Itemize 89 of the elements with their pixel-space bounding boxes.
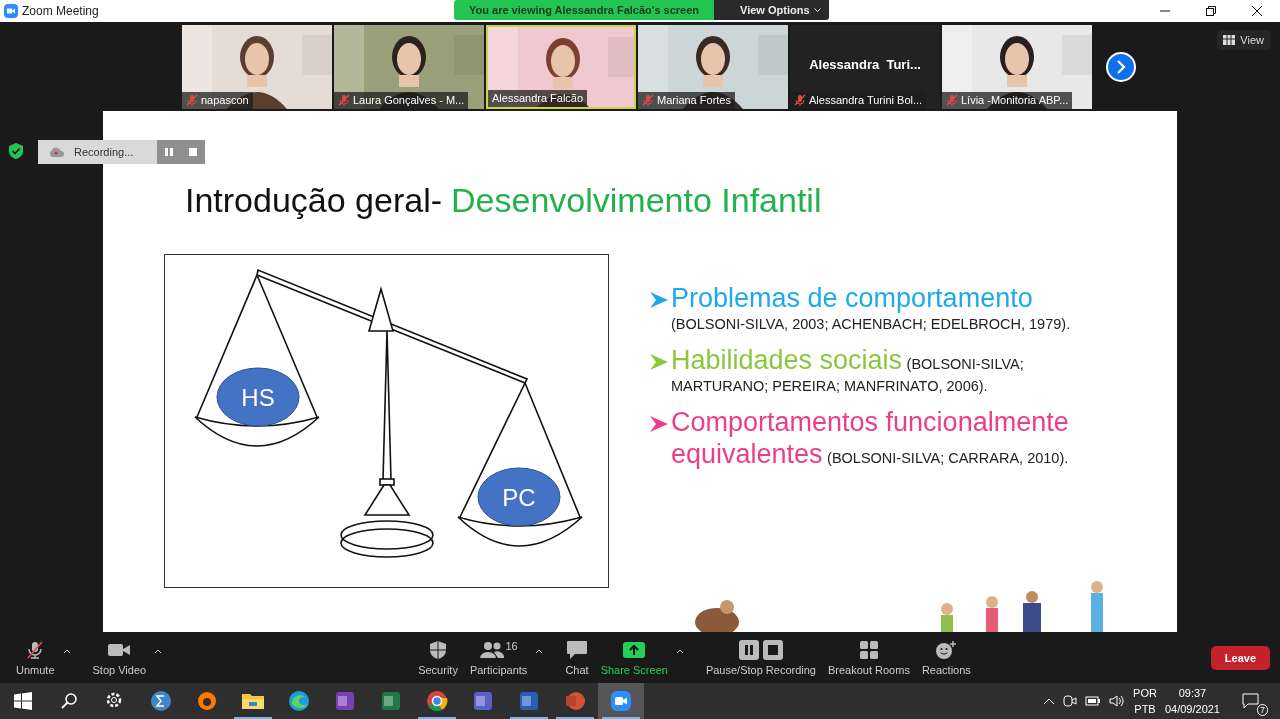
cloud-icon xyxy=(48,146,64,157)
participant-name: Lívia -Monitoria ABP... xyxy=(961,94,1069,106)
speaker-icon[interactable] xyxy=(1109,694,1126,708)
caret-icon xyxy=(62,648,71,654)
leave-button[interactable]: Leave xyxy=(1210,645,1270,670)
muted-mic-icon xyxy=(794,94,806,106)
video-tile[interactable]: Alessandra Falcão xyxy=(486,24,636,109)
chat-bubble-icon xyxy=(566,639,588,660)
taskbar-button[interactable] xyxy=(598,683,644,719)
participant-count: 16 xyxy=(505,639,518,652)
muted-mic-icon xyxy=(186,94,198,106)
participant-name: Laura Gonçalves - M... xyxy=(353,94,465,106)
team-chat-icon xyxy=(472,690,494,712)
pause-icon xyxy=(165,148,174,156)
grid-icon xyxy=(858,639,879,660)
toolbar-button[interactable]: Unmute xyxy=(10,635,61,680)
pause-stop-icon xyxy=(738,639,783,660)
grid-icon xyxy=(1223,35,1236,45)
toolbar-button[interactable]: 16 Participants xyxy=(463,635,534,680)
bullet-text: Comportamentos funcionalmente equivalentes (BOLSONI-SILVA; CARRARA, 2010). xyxy=(671,405,1070,471)
participant-name: Alessandra Falcão xyxy=(492,92,584,104)
browser-swirl-icon xyxy=(288,690,310,712)
pan-label: PC xyxy=(477,467,561,527)
close-icon xyxy=(1252,6,1262,16)
spreadsheet-icon xyxy=(380,690,402,712)
slide-title: Introdução geral- xyxy=(185,181,443,220)
people-icon xyxy=(479,640,504,659)
participant-name: Mariana Fortes xyxy=(657,94,731,106)
bullet-text: Problemas de comportamento (BOLSONI-SILVA, 2003; ACHENBACH; EDELBROCH, 1979). xyxy=(671,282,1072,334)
caret-icon xyxy=(154,648,163,654)
shield-icon xyxy=(429,639,447,660)
view-options-button[interactable]: View Options xyxy=(714,0,829,20)
video-tile[interactable]: Alessandra Turi... Alessandra Turini Bol... xyxy=(790,24,940,109)
battery-icon[interactable] xyxy=(1085,696,1102,706)
video-tile[interactable]: Laura Gonçalves - M... xyxy=(334,24,484,109)
browser-ring-icon xyxy=(426,690,448,712)
document-icon xyxy=(518,690,540,712)
toolbar-button[interactable]: Stop Video xyxy=(86,635,153,680)
toolbar-button[interactable]: Pause/Stop Recording xyxy=(699,635,822,680)
pan-label: HS xyxy=(216,367,300,427)
clock-time[interactable]: 09:37 xyxy=(1178,685,1207,701)
toolbar-button[interactable]: Breakout Rooms xyxy=(821,635,916,680)
viewing-banner: You are viewing Alessandra Falcão's screen xyxy=(454,0,715,20)
folder-icon xyxy=(241,691,265,711)
search-icon xyxy=(60,692,78,710)
video-tile[interactable]: Mariana Fortes xyxy=(638,24,788,109)
chevron-up-icon[interactable] xyxy=(1043,697,1056,705)
language-indicator[interactable]: PTB xyxy=(1134,701,1156,717)
muted-mic-icon xyxy=(946,94,958,106)
language-indicator[interactable]: POR xyxy=(1133,685,1157,701)
camera-icon[interactable] xyxy=(1063,694,1078,708)
muted-mic-icon xyxy=(642,94,654,106)
windows-start-icon xyxy=(14,692,32,710)
shield-check-icon xyxy=(8,142,24,160)
caret-icon xyxy=(535,648,544,654)
toolbar-button[interactable]: Reactions xyxy=(915,635,977,680)
video-camera-icon xyxy=(107,641,132,658)
share-screen-icon xyxy=(622,640,647,659)
recording-status: Recording... xyxy=(38,140,158,164)
notifications-button[interactable]: 7 xyxy=(1228,683,1274,719)
toolbar-button[interactable]: Security xyxy=(412,635,464,680)
bullet-text: Habilidades sociais (BOLSONI-SILVA; MARTURANO; PEREIRA; MANFRINATO, 2006). xyxy=(671,343,1025,396)
participant-name: Alessandra Turi... xyxy=(808,56,922,72)
video-tile[interactable]: Lívia -Monitoria ABP... xyxy=(942,24,1092,109)
app-logo-icon xyxy=(4,4,18,18)
muted-mic-icon xyxy=(338,94,350,106)
speech-bubble-icon xyxy=(1242,693,1260,709)
restore-icon xyxy=(1206,6,1216,16)
presentation-icon xyxy=(564,690,586,712)
participant-name: Alessandra Turini Bol... xyxy=(809,94,923,106)
window-title: Zoom Meeting xyxy=(22,4,99,18)
next-page-button[interactable] xyxy=(1106,51,1136,82)
stop-icon xyxy=(189,148,198,156)
view-button[interactable]: View xyxy=(1217,30,1270,50)
caret-icon xyxy=(813,8,821,12)
clock-date[interactable]: 04/09/2021 xyxy=(1164,701,1220,717)
sigma-icon xyxy=(150,690,172,712)
toolbar-button[interactable]: Chat xyxy=(559,635,595,680)
toolbar-button[interactable]: Share Screen xyxy=(594,635,674,680)
notification-count: 7 xyxy=(1257,704,1268,716)
caret-icon xyxy=(675,648,684,654)
smiley-icon xyxy=(935,639,958,660)
participant-name: napascon xyxy=(201,94,249,106)
slide-subtitle: Desenvolvimento Infantil xyxy=(451,181,822,220)
video-tile[interactable]: napascon xyxy=(182,24,332,109)
antivirus-icon xyxy=(196,690,218,712)
video-camera-icon xyxy=(610,690,632,712)
notebook-icon xyxy=(334,690,356,712)
chevron-right-icon xyxy=(1116,59,1126,74)
